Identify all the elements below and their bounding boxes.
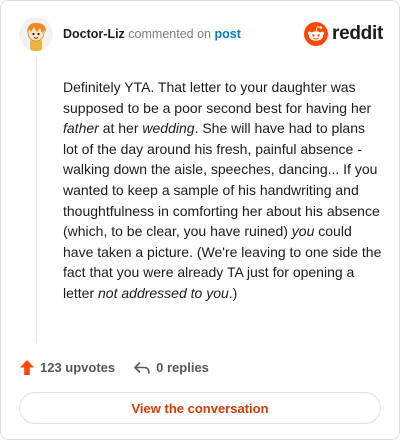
post-link[interactable]: post [214, 27, 240, 41]
reddit-wordmark: reddit [332, 23, 383, 44]
reply-count: 0 replies [156, 360, 209, 375]
user-avatar[interactable] [19, 17, 53, 51]
comment-card: Doctor-Liz commented on post reddit Defi… [0, 0, 400, 440]
comment-header: Doctor-Liz commented on post reddit [19, 17, 383, 51]
body-text-5: .) [228, 284, 238, 301]
upvote-arrow-icon [20, 360, 34, 375]
reddit-logo[interactable]: reddit [304, 22, 383, 46]
body-emphasis-wedding: wedding [142, 120, 195, 137]
upvote-button[interactable]: 123 upvotes [19, 359, 115, 376]
thread-line [36, 57, 37, 343]
comment-body: Definitely YTA. That letter to your daug… [63, 77, 383, 304]
upvote-count: 123 upvotes [40, 360, 116, 375]
body-text-3: . She will have had to plans lot of the … [63, 120, 380, 240]
byline: Doctor-Liz commented on post [63, 27, 241, 41]
body-emphasis-you: you [291, 223, 315, 240]
comment-actions: 123 upvotes 0 replies [19, 359, 209, 376]
replies-button[interactable]: 0 replies [133, 360, 209, 375]
avatar-icon [19, 17, 53, 51]
body-text-1: Definitely YTA. That letter to your daug… [63, 79, 372, 116]
author-name[interactable]: Doctor-Liz [63, 27, 125, 41]
view-conversation-button[interactable]: View the conversation [19, 392, 381, 424]
body-emphasis-not-addressed: not addressed to you [98, 284, 229, 301]
body-emphasis-father: father [63, 120, 99, 137]
reddit-snoo-icon [304, 22, 329, 46]
commented-on-text: commented on [128, 27, 211, 41]
reply-arrow-icon [134, 361, 150, 374]
body-text-2: at her [98, 120, 143, 137]
